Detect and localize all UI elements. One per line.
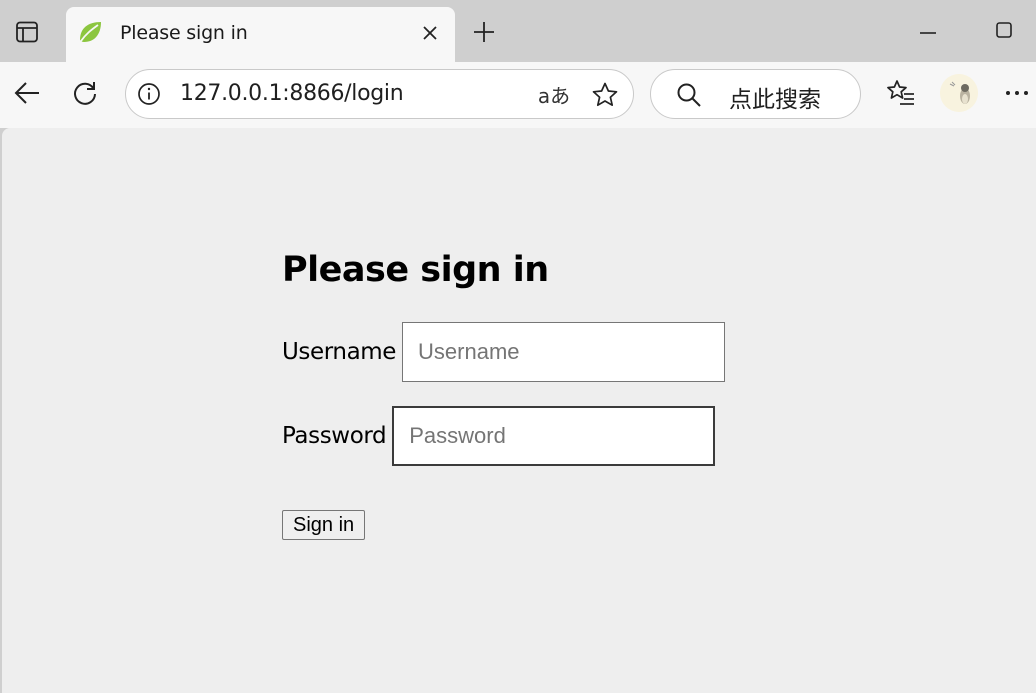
- maximize-icon: [996, 22, 1012, 38]
- avatar-image: [940, 74, 978, 112]
- tab-actions-button[interactable]: [12, 18, 42, 46]
- username-input[interactable]: [402, 322, 726, 382]
- search-icon: [677, 83, 701, 107]
- favorites-button[interactable]: [884, 76, 918, 110]
- add-favorite-button[interactable]: [590, 80, 620, 110]
- back-arrow-icon: [14, 82, 39, 104]
- address-bar[interactable]: 127.0.0.1:8866/login aあ: [125, 69, 634, 119]
- sign-in-button[interactable]: Sign in: [282, 510, 366, 540]
- star-icon: [592, 82, 618, 107]
- page-title: Please sign in: [282, 250, 549, 290]
- browser-toolbar: 127.0.0.1:8866/login aあ 点此搜索: [0, 62, 1036, 128]
- username-label: Username: [282, 339, 397, 365]
- spring-leaf-icon: [80, 22, 101, 42]
- password-input[interactable]: [392, 406, 716, 466]
- translate-button[interactable]: aあ: [536, 81, 572, 108]
- signin-form: Please sign in Username Password Sign in: [282, 250, 726, 540]
- info-icon: [138, 83, 160, 105]
- username-row: Username: [282, 322, 726, 382]
- search-placeholder: 点此搜索: [729, 87, 821, 113]
- minimize-icon: [920, 32, 936, 34]
- reload-icon: [74, 82, 96, 105]
- plus-icon: [474, 22, 494, 42]
- new-tab-button[interactable]: [470, 18, 498, 46]
- minimize-button[interactable]: [910, 16, 946, 44]
- maximize-button[interactable]: [986, 16, 1022, 44]
- active-tab[interactable]: Please sign in: [66, 7, 455, 62]
- favorites-list-icon: [887, 80, 914, 105]
- url-text[interactable]: 127.0.0.1:8866/login: [180, 81, 404, 106]
- password-label: Password: [282, 423, 387, 449]
- tab-strip: Please sign in: [0, 0, 1036, 62]
- sidebar-panel-icon: [16, 21, 38, 43]
- more-options-button[interactable]: [1000, 76, 1034, 110]
- back-button[interactable]: [10, 76, 44, 110]
- reload-button[interactable]: [68, 76, 102, 110]
- close-icon: [423, 26, 437, 40]
- page-content: Please sign in Username Password Sign in: [2, 128, 1036, 693]
- more-dots-icon: [1006, 91, 1028, 95]
- password-row: Password: [282, 406, 716, 466]
- site-info-button[interactable]: [137, 82, 161, 106]
- search-box[interactable]: 点此搜索: [650, 69, 861, 119]
- profile-avatar[interactable]: [940, 74, 978, 112]
- tab-title: Please sign in: [120, 22, 248, 44]
- tab-close-button[interactable]: [418, 21, 442, 45]
